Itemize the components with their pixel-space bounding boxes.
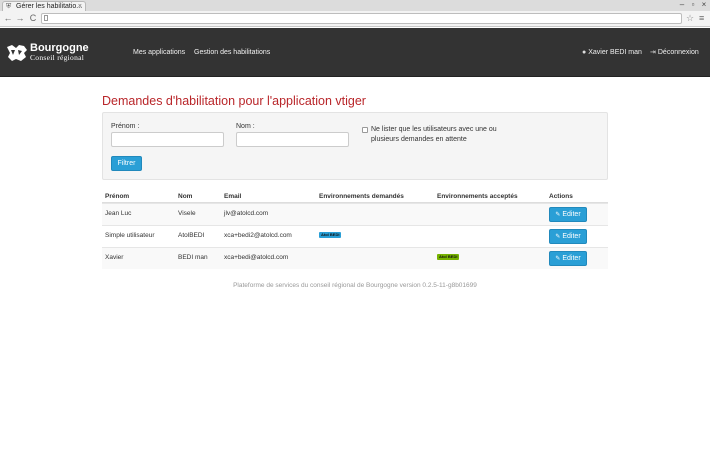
tab-title: Gérer les habilitatio... bbox=[16, 3, 83, 10]
logout-label: Déconnexion bbox=[657, 49, 699, 56]
reload-icon[interactable]: C bbox=[28, 13, 38, 24]
edit-button-label: Editer bbox=[562, 255, 581, 262]
page-title: Demandes d'habilitation pour l'applicati… bbox=[102, 94, 366, 108]
browser-toolbar: ← → C ☆ ≡ bbox=[0, 11, 710, 27]
logout-link[interactable]: ⇥ Déconnexion bbox=[650, 48, 699, 57]
col-header-actions: Actions bbox=[549, 193, 573, 200]
edit-button[interactable]: ✎ Editer bbox=[549, 229, 587, 244]
page-icon bbox=[44, 15, 48, 21]
cell-prenom: Jean Luc bbox=[105, 210, 132, 217]
pencil-icon: ✎ bbox=[555, 256, 561, 262]
env-requested-badge: Atol BEDI bbox=[319, 232, 342, 238]
table-header: Prénom Nom Email Environnements demandés… bbox=[102, 188, 608, 203]
nav-link-gestion-habilitations[interactable]: Gestion des habilitations bbox=[194, 48, 270, 57]
browser-tabstrip: ⛨ Gérer les habilitatio... × – ▫ × bbox=[0, 0, 710, 11]
bourgogne-logo-icon bbox=[7, 45, 27, 61]
col-header-prenom: Prénom bbox=[105, 193, 130, 200]
browser-tab[interactable]: ⛨ Gérer les habilitatio... × bbox=[2, 1, 86, 11]
logout-icon: ⇥ bbox=[650, 49, 656, 56]
close-tab-icon[interactable]: × bbox=[78, 2, 82, 11]
cell-nom: AtolBEDI bbox=[178, 232, 205, 239]
col-header-env-accepted: Environnements acceptés bbox=[437, 193, 518, 200]
user-name: Xavier BEDI man bbox=[588, 49, 642, 56]
table-row: Xavier BEDI man xca+bedi@atolcd.com Atol… bbox=[102, 247, 608, 269]
table-row: Simple utilisateur AtolBEDI xca+bedi2@at… bbox=[102, 225, 608, 247]
nom-label: Nom : bbox=[236, 123, 255, 130]
cell-email: xca+bedi2@atolcd.com bbox=[224, 232, 292, 239]
filter-form: Prénom : Nom : Ne lister que les utilisa… bbox=[102, 112, 608, 180]
pending-requests-checkbox[interactable] bbox=[362, 127, 368, 133]
user-icon: ● bbox=[582, 49, 587, 56]
cell-nom: BEDI man bbox=[178, 254, 208, 261]
window-close-icon[interactable]: × bbox=[699, 0, 709, 9]
col-header-email: Email bbox=[224, 193, 242, 200]
address-bar[interactable] bbox=[41, 13, 682, 24]
browser-menu-icon[interactable]: ≡ bbox=[699, 13, 704, 24]
pencil-icon: ✎ bbox=[555, 234, 561, 240]
env-accepted-badge: Atol BEDI bbox=[437, 254, 460, 260]
window-maximize-icon[interactable]: ▫ bbox=[688, 0, 698, 9]
pending-requests-label[interactable]: Ne lister que les utilisateurs avec une … bbox=[371, 125, 511, 145]
edit-button-label: Editer bbox=[562, 211, 581, 218]
footer-version: Plateforme de services du conseil région… bbox=[233, 282, 477, 289]
back-icon[interactable]: ← bbox=[3, 13, 13, 24]
cell-email: xca+bedi@atolcd.com bbox=[224, 254, 289, 261]
cell-nom: Visele bbox=[178, 210, 196, 217]
brand-subtitle: Conseil régional bbox=[30, 53, 85, 62]
edit-button-label: Editer bbox=[562, 233, 581, 240]
nav-user-menu[interactable]: ● Xavier BEDI man bbox=[582, 48, 642, 57]
prenom-label: Prénom : bbox=[111, 123, 140, 130]
site-navbar: Bourgogne Conseil régional Mes applicati… bbox=[0, 28, 710, 77]
edit-button[interactable]: ✎ Editer bbox=[549, 251, 587, 266]
bookmark-star-icon[interactable]: ☆ bbox=[686, 13, 694, 24]
cell-email: jlv@atolcd.com bbox=[224, 210, 269, 217]
prenom-input[interactable] bbox=[111, 132, 224, 147]
nav-link-mes-applications[interactable]: Mes applications bbox=[133, 48, 185, 57]
nom-input[interactable] bbox=[236, 132, 349, 147]
window-minimize-icon[interactable]: – bbox=[677, 0, 687, 9]
shield-icon: ⛨ bbox=[6, 3, 12, 10]
col-header-env-requested: Environnements demandés bbox=[319, 193, 404, 200]
cell-prenom: Simple utilisateur bbox=[105, 232, 155, 239]
cell-prenom: Xavier bbox=[105, 254, 124, 261]
edit-button[interactable]: ✎ Editer bbox=[549, 207, 587, 222]
filter-button[interactable]: Filtrer bbox=[111, 156, 142, 171]
col-header-nom: Nom bbox=[178, 193, 193, 200]
forward-icon[interactable]: → bbox=[15, 13, 25, 24]
pencil-icon: ✎ bbox=[555, 212, 561, 218]
table-row: Jean Luc Visele jlv@atolcd.com ✎ Editer bbox=[102, 203, 608, 225]
